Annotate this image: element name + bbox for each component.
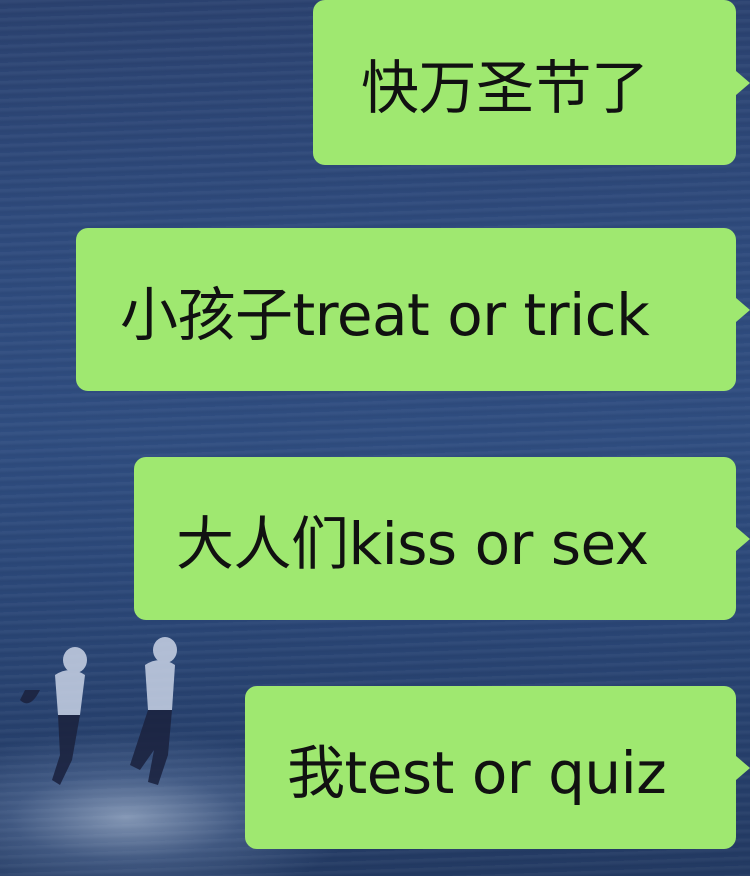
message-bubble: 大人们kiss or sex <box>134 457 750 620</box>
people-silhouette-image <box>20 637 177 785</box>
message-text: 我test or quiz <box>287 738 667 807</box>
message-text: 快万圣节了 <box>361 53 649 122</box>
message-text: 大人们kiss or sex <box>176 509 649 578</box>
message-text: 小孩子treat or trick <box>120 280 650 349</box>
message-bubble: 快万圣节了 <box>313 0 750 165</box>
message-bubble: 小孩子treat or trick <box>76 228 750 391</box>
message-bubble: 我test or quiz <box>245 686 750 849</box>
